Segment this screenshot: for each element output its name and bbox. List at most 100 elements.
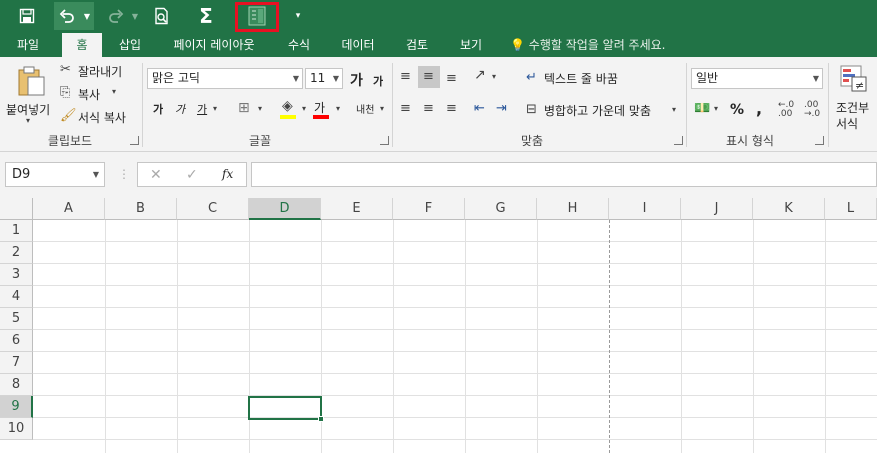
row-header-7[interactable]: 7 [0,352,33,374]
row-header-10[interactable]: 10 [0,418,33,440]
column-header-f[interactable]: F [393,198,465,220]
row-header-2[interactable]: 2 [0,242,33,264]
clipboard-launcher[interactable] [130,136,139,145]
undo-dropdown[interactable]: ▼ [80,2,94,30]
print-preview-button[interactable] [148,2,176,30]
tab-page-layout[interactable]: 페이지 레이아웃 [160,33,268,57]
paste-button[interactable]: 붙여넣기 ▾ [4,61,56,127]
orientation-button[interactable]: ↗ [474,68,486,82]
align-middle-button[interactable]: ≡ [418,66,440,88]
column-header-k[interactable]: K [753,198,825,220]
ribbon-tabs: 파일 홈 삽입 페이지 레이아웃 수식 데이터 검토 보기 💡 수행할 작업을 … [0,33,877,58]
tab-insert[interactable]: 삽입 [108,33,152,57]
align-center-icon: ≡ [423,101,434,116]
number-launcher[interactable] [815,136,824,145]
row-header-6[interactable]: 6 [0,330,33,352]
font-name-combo[interactable]: 맑은 고딕 ▼ [147,68,303,89]
row-header-9[interactable]: 9 [0,396,33,418]
fill-color-button[interactable]: ◈ [280,99,300,121]
undo-button[interactable] [54,2,80,30]
quick-access-toolbar: ▼ ▼ Σ ▾ [0,0,877,33]
chevron-down-icon: ▾ [302,104,307,113]
conditional-formatting-button[interactable]: ≠ 조건부 서식 [832,61,877,131]
decrease-decimal-icon: .00 →.0 [804,100,821,119]
align-bottom-button[interactable]: ≡ [446,72,457,85]
tab-review[interactable]: 검토 [396,33,438,57]
gridline [753,220,754,453]
tell-me-box[interactable]: 💡 수행할 작업을 알려 주세요. [510,33,665,57]
column-header-l[interactable]: L [825,198,877,220]
align-left-button[interactable]: ≡ [400,102,411,115]
underline-button[interactable]: 가 [197,101,207,117]
borders-button[interactable]: ⊞ [238,101,250,115]
tab-formulas[interactable]: 수식 [278,33,320,57]
row-header-5[interactable]: 5 [0,308,33,330]
phonetic-button[interactable]: 내천 [356,101,374,116]
column-header-h[interactable]: H [537,198,609,220]
customize-qat-button[interactable]: ▾ [290,2,306,30]
cut-button[interactable]: ✂ 잘라내기 [60,61,132,81]
decrease-decimal-button[interactable]: .00 →.0 [804,101,820,119]
enter-icon[interactable]: ✓ [186,168,198,182]
merge-center-button[interactable]: ⊟ 병합하고 가운데 맞춤 ▾ [526,101,682,121]
shrink-font-button[interactable]: 가 [373,73,383,89]
align-center-button[interactable]: ≡ [423,102,434,115]
cancel-icon[interactable]: ✕ [150,168,162,182]
align-top-button[interactable]: ≡ [400,70,411,83]
row-header-4[interactable]: 4 [0,286,33,308]
tab-file[interactable]: 파일 [4,33,52,57]
italic-button[interactable]: 가 [175,101,185,117]
bold-button[interactable]: 가 [153,101,163,117]
formula-input[interactable] [251,162,877,187]
name-box[interactable]: D9 ▼ [5,162,105,187]
paint-bucket-icon: ◈ [282,98,293,114]
wrap-text-button[interactable]: ↵ 텍스트 줄 바꿈 [526,69,636,89]
group-label-alignment: 맞춤 [520,134,544,148]
group-label-clipboard: 클립보드 [47,134,93,148]
number-format-combo[interactable]: 일반 ▼ [691,68,823,89]
row-header-8[interactable]: 8 [0,374,33,396]
active-cell[interactable] [248,396,324,422]
tab-home[interactable]: 홈 [62,33,102,58]
redo-dropdown[interactable]: ▼ [130,2,140,30]
accounting-format-button[interactable]: 💵 [694,102,710,115]
alignment-launcher[interactable] [674,136,683,145]
chevron-down-icon: ▼ [292,74,299,83]
font-size-combo[interactable]: 11 ▼ [305,68,343,89]
decrease-indent-button[interactable]: ⇤ [474,102,485,115]
column-header-b[interactable]: B [105,198,177,220]
increase-decimal-button[interactable]: ←.0.00 [778,101,794,119]
column-header-e[interactable]: E [321,198,393,220]
column-header-j[interactable]: J [681,198,753,220]
gridline [33,417,877,418]
redo-button[interactable] [102,2,130,30]
row-header-1[interactable]: 1 [0,220,33,242]
comma-button[interactable]: , [756,99,762,118]
spreadsheet-grid[interactable]: A B C D E F G H I J K L 1 2 3 4 5 6 7 8 … [0,198,877,453]
chevron-down-icon: ▼ [83,11,91,21]
tab-data[interactable]: 데이터 [332,33,384,57]
column-header-i[interactable]: I [609,198,681,220]
column-header-a[interactable]: A [33,198,105,220]
font-color-button[interactable]: 가 [313,99,333,121]
column-header-g[interactable]: G [465,198,537,220]
select-all-corner[interactable] [0,198,33,220]
format-painter-button[interactable]: 🖌 서식 복사 [60,107,138,127]
save-button[interactable] [12,2,42,30]
increase-indent-button[interactable]: ⇥ [496,102,507,115]
fill-handle[interactable] [318,416,324,422]
font-launcher[interactable] [380,136,389,145]
column-header-d[interactable]: D [249,198,321,220]
copy-button[interactable]: ⎘ 복사 ▾ [60,84,132,104]
row-header-3[interactable]: 3 [0,264,33,286]
insert-function-button[interactable]: fx [222,167,233,181]
grow-font-button[interactable]: 가 [350,70,363,90]
gridline [33,395,877,396]
chevron-down-icon: ▼ [812,74,819,83]
tab-view[interactable]: 보기 [450,33,492,57]
autosum-button[interactable]: Σ [192,2,220,30]
percent-button[interactable]: % [730,102,744,118]
column-header-c[interactable]: C [177,198,249,220]
align-right-button[interactable]: ≡ [446,102,457,115]
chevron-down-icon: ▾ [258,104,263,113]
